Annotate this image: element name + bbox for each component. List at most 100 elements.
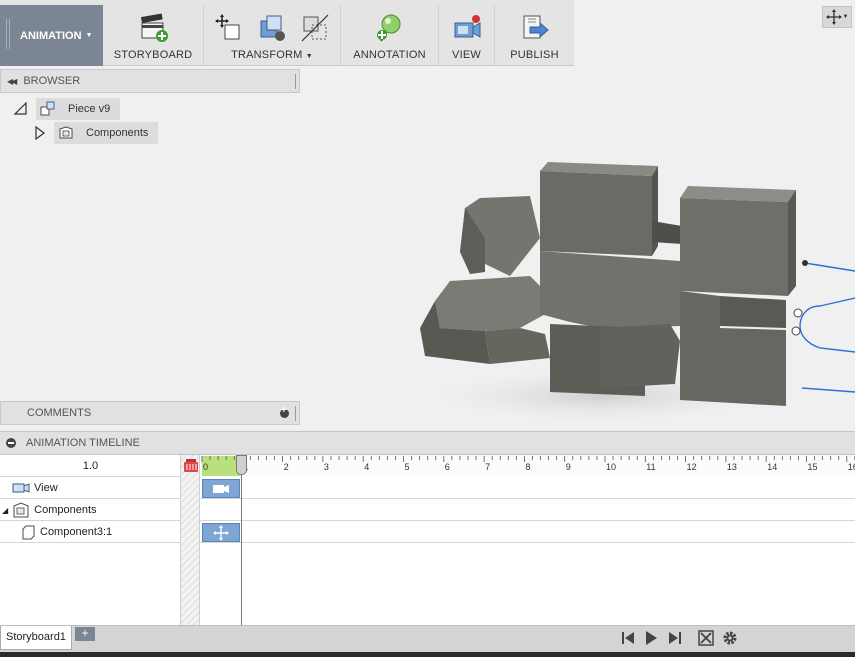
settings-icon[interactable]	[722, 630, 738, 646]
last-frame-icon[interactable]	[667, 630, 683, 646]
model-right-block-side	[788, 190, 796, 296]
ruler-tick-label: 11	[646, 462, 656, 472]
comments-panel-header[interactable]: COMMENTS	[0, 401, 300, 425]
playback-speed-value[interactable]: 1.0	[0, 455, 181, 477]
workspace-switcher[interactable]: ANIMATION ▼	[0, 5, 103, 66]
storyboard-tab-bar: Storyboard1 +	[0, 625, 855, 652]
browser-components-label: Components	[86, 127, 149, 139]
model-center-block-side	[652, 166, 658, 256]
ruler-tick-label: 13	[726, 462, 737, 472]
sketch-handle[interactable]	[793, 308, 803, 318]
ruler-tick-label: 6	[444, 462, 450, 472]
view-label: VIEW	[452, 49, 481, 61]
view-button[interactable]: VIEW	[439, 5, 495, 66]
storyboard-button[interactable]: STORYBOARD	[103, 5, 204, 66]
timeline-tracks[interactable]: 012345678910111213141516	[200, 455, 855, 625]
chevron-down-icon: ▼	[305, 53, 313, 60]
track-view[interactable]: View	[12, 477, 58, 499]
playhead-handle[interactable]	[236, 455, 247, 475]
publish-button[interactable]: PUBLISH	[495, 5, 574, 66]
ruler-tick-label: 16	[847, 462, 855, 472]
move-icon	[215, 14, 240, 40]
browser-root-node[interactable]: Piece v9	[14, 98, 121, 120]
timeline-gutter	[181, 455, 200, 625]
ruler-tick-label: 9	[565, 462, 571, 472]
add-storyboard-button[interactable]: +	[75, 627, 95, 641]
ruler-tick-label: 4	[364, 462, 370, 472]
browser-panel-header[interactable]: ◀◀ BROWSER	[0, 69, 300, 93]
browser-components-pill[interactable]: Components	[54, 122, 159, 144]
timeline-title: ANIMATION TIMELINE	[26, 437, 140, 449]
track-component3[interactable]: Component3:1	[20, 521, 112, 543]
ruler-tick-label: 5	[404, 462, 410, 472]
assembly-icon	[40, 101, 55, 116]
ruler-tick-label: 10	[606, 462, 617, 472]
collapse-timeline-icon[interactable]	[6, 438, 16, 448]
storyboard-clapper-icon	[140, 13, 168, 42]
sketch-profile	[799, 262, 855, 393]
annotation-button[interactable]: ANNOTATION	[341, 5, 439, 66]
toolbar: ANIMATION ▼ STORYBOARD TRANSFORM ▼ ANNOT…	[0, 0, 574, 66]
timeline-header[interactable]: ANIMATION TIMELINE	[0, 431, 855, 455]
component-icon	[22, 525, 35, 540]
view-keyframe-block[interactable]	[202, 479, 240, 498]
delete-keys-icon[interactable]	[183, 459, 199, 473]
timeline-body: 1.0 View ◢ Components Component3:1 0 2 3…	[0, 455, 855, 625]
camera-icon	[12, 483, 30, 493]
annotation-label: ANNOTATION	[353, 49, 426, 61]
transform-label-wrap: TRANSFORM ▼	[204, 49, 340, 61]
storyboard-tab[interactable]: Storyboard1	[0, 626, 72, 650]
publish-icon	[523, 15, 549, 39]
browser-components-node[interactable]: Components	[34, 122, 159, 144]
collapse-panel-icon[interactable]: ◀◀	[7, 77, 17, 86]
split-icon	[301, 14, 329, 42]
first-frame-icon[interactable]	[620, 630, 636, 646]
panel-grip-icon[interactable]	[295, 74, 297, 89]
move-icon	[213, 524, 229, 541]
publish-label: PUBLISH	[510, 49, 559, 61]
playhead-line	[241, 455, 242, 625]
chevron-down-icon: ▼	[85, 32, 93, 39]
components-folder-icon	[59, 126, 73, 139]
sketch-point[interactable]	[802, 260, 808, 266]
ruler-tick-label: 3	[323, 462, 329, 472]
workspace-label: ANIMATION	[20, 29, 82, 42]
chevron-down-icon: ▼	[842, 14, 849, 20]
ruler-tick-label: 15	[807, 462, 818, 472]
orbit-icon	[825, 9, 842, 25]
browser-root-label: Piece v9	[68, 103, 111, 115]
ruler-tick-label: 14	[767, 462, 778, 472]
model-center-lower-top	[540, 251, 680, 328]
browser-root-pill[interactable]: Piece v9	[36, 98, 121, 120]
track-component3-label: Component3:1	[40, 526, 113, 538]
ruler-tick-label: 2	[283, 462, 289, 472]
component3-keyframe-block[interactable]	[202, 523, 240, 542]
timeline-ruler[interactable]: 012345678910111213141516	[200, 455, 855, 477]
ruler-tick-label: 12	[686, 462, 697, 472]
3d-viewport[interactable]	[300, 66, 855, 430]
fit-icon[interactable]	[698, 630, 714, 646]
expanded-triangle-icon[interactable]: ◢	[2, 506, 8, 515]
camera-icon	[454, 15, 481, 38]
orbit-navigation-button[interactable]: ▼	[822, 6, 852, 28]
ruler-tick-label: 7	[485, 462, 491, 472]
expanded-triangle-icon[interactable]	[14, 102, 28, 116]
track-view-label: View	[34, 482, 58, 494]
transform-menu[interactable]: TRANSFORM ▼	[204, 5, 341, 66]
add-comment-icon[interactable]	[280, 405, 289, 418]
panel-grip-icon[interactable]	[295, 406, 297, 421]
play-icon[interactable]	[643, 630, 659, 646]
annotation-pin-icon	[377, 14, 401, 42]
comments-title: COMMENTS	[27, 407, 92, 419]
align-icon	[260, 15, 285, 41]
model-slot	[720, 296, 786, 328]
camera-icon	[213, 484, 229, 493]
track-components-label: Components	[34, 504, 97, 516]
model-notch	[652, 221, 682, 244]
collapsed-triangle-icon[interactable]	[34, 126, 46, 140]
toolbar-grip[interactable]	[6, 19, 10, 49]
track-components[interactable]: ◢ Components	[2, 499, 97, 521]
browser-title: BROWSER	[23, 75, 81, 87]
sketch-handle[interactable]	[791, 326, 801, 336]
model-render	[410, 162, 855, 426]
